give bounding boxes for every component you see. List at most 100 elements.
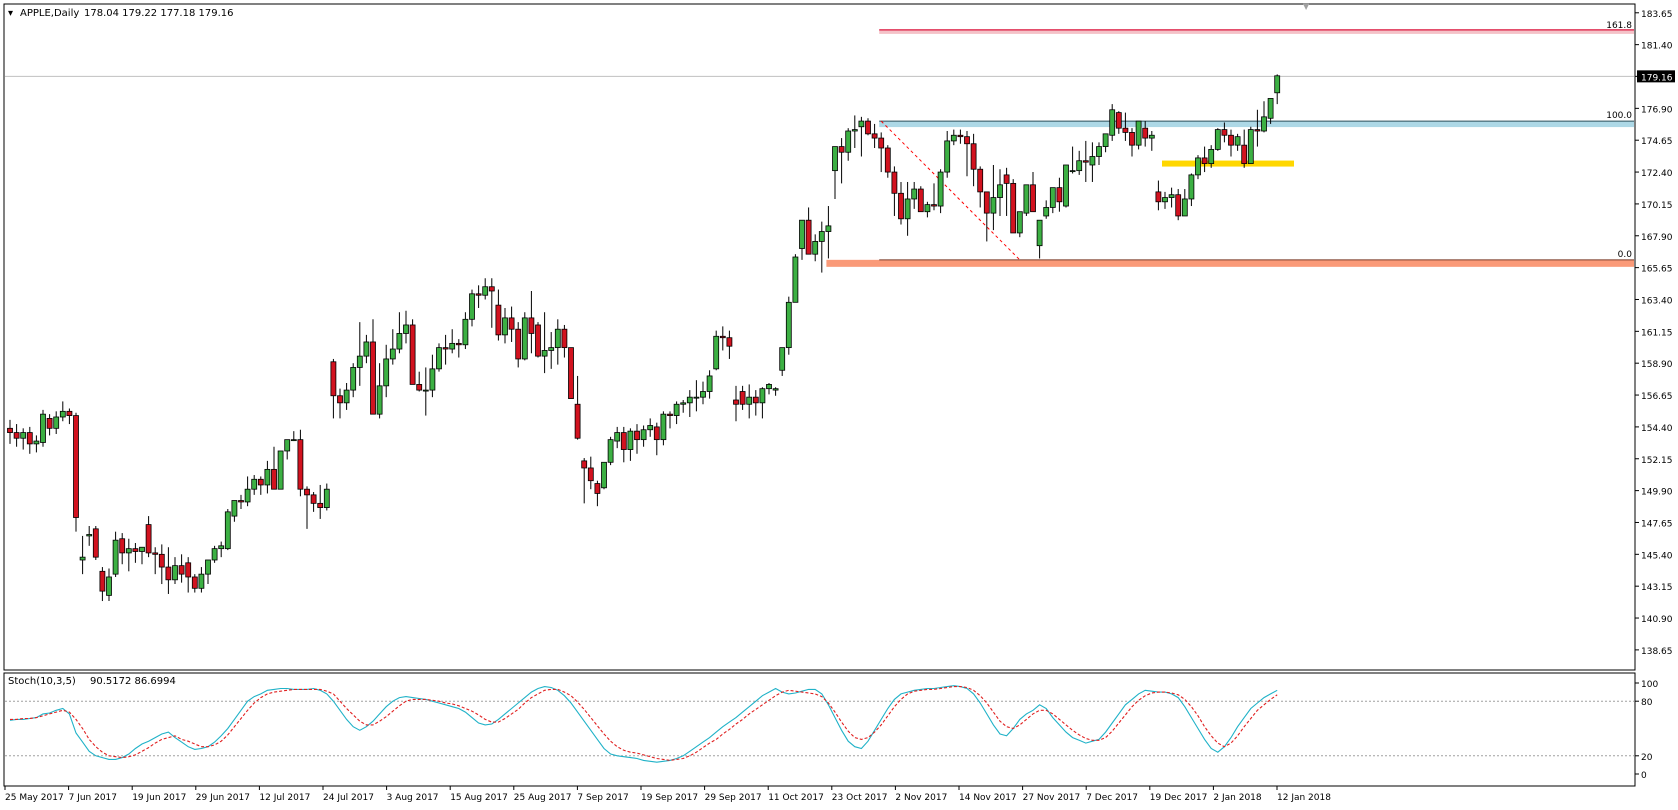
candle-body [488,286,495,292]
candle-body [838,146,845,153]
time-tick-label: 12 Jan 2018 [1277,793,1331,803]
price-tick-label: 158.90 [1641,360,1673,370]
candle-body [1247,129,1254,164]
candle-body [422,389,429,392]
candle-body [343,389,350,404]
time-tick-label: 25 May 2017 [5,793,64,803]
price-tick-label: 165.65 [1641,265,1673,275]
candle-body [1122,127,1129,133]
candle-body [139,546,145,552]
symbol-title: APPLE,Daily [20,8,79,19]
candle-body [1003,174,1010,184]
candle-body [218,545,225,550]
candle-body [719,335,726,339]
candle-body [1089,156,1096,166]
candle-body [508,317,515,330]
candle-body [350,367,357,391]
candle-body [436,347,442,370]
indicator-values: 90.5172 86.6994 [90,676,176,687]
candle-body [482,286,489,296]
price-tick-label: 174.65 [1641,137,1673,147]
candle-body [462,318,469,346]
candle-body [653,426,660,441]
window-menu-arrow[interactable]: ▾ [8,8,13,19]
candle-body [706,375,713,392]
candle-body [581,460,588,469]
fib-100-zone[interactable] [879,121,1634,128]
candle-body [521,317,528,360]
chart-shift-marker[interactable]: ▼ [1303,2,1310,11]
candle-body [541,350,548,357]
time-tick-label: 7 Jun 2017 [69,793,117,803]
candle-body [290,439,297,442]
ohlc-readout: 178.04 179.22 177.18 179.16 [84,8,234,19]
price-tick-label: 163.40 [1641,296,1673,306]
candle-body [1148,134,1155,139]
candle-body [535,324,541,357]
candle-body [845,130,852,153]
candle-body [1195,157,1201,176]
price-tick-label: 154.40 [1641,424,1673,434]
candle-body [1010,182,1017,234]
candle-body [1016,211,1023,234]
candle-body [251,478,258,490]
candle-body [284,439,291,452]
candle-body [1234,136,1241,146]
candle-body [1030,184,1036,213]
candle-body [317,502,324,509]
chart-window[interactable]: 161.8 100.0 0.0 183.65 181.40 179.16 176.90 17… [0,0,1678,806]
candle-body [205,559,211,575]
candle-body [554,328,561,349]
candle-body [1096,146,1102,157]
candle-body [119,538,126,554]
candle-body [1069,170,1076,173]
candle-body [515,328,522,360]
candle-body [297,439,304,490]
candle-body [884,147,891,173]
candle-body [244,488,251,503]
time-tick-label: 3 Aug 2017 [387,793,439,803]
candle-body [746,396,753,405]
candle-body [917,188,924,213]
candle-body [53,416,60,429]
pending-order-zone[interactable] [1162,160,1294,167]
price-tick-label: 161.15 [1641,328,1673,338]
time-tick-label: 29 Sep 2017 [705,793,762,803]
candle-body [990,197,997,214]
candle-body [818,231,825,242]
candle-body [92,528,99,558]
candle-body [1063,164,1069,207]
candle-body [799,219,805,249]
candle-body [937,171,944,207]
time-tick-label: 15 Aug 2017 [450,793,508,803]
candle-body [1175,194,1182,217]
candle-body [46,418,53,429]
chart-canvas[interactable]: 161.8 100.0 0.0 183.65 181.40 179.16 176.90 17… [0,0,1678,806]
price-tick-label: 172.40 [1641,169,1673,179]
candle-body [614,432,621,442]
candle-body [739,391,746,405]
candle-body [1102,133,1109,147]
fib-0-zone[interactable] [826,259,1634,267]
current-price-label: 179.16 [1641,73,1673,83]
candle-body [957,134,964,138]
candle-body [356,355,363,368]
candle-body [304,488,310,496]
price-tick-label: 145.40 [1641,551,1673,561]
candle-body [587,467,594,482]
candle-body [323,488,330,509]
time-tick-label: 2 Jan 2018 [1213,793,1261,803]
candle-body [310,494,317,504]
candle-body [495,304,502,336]
candle-body [574,403,581,439]
candle-body [898,192,904,220]
candle-body [627,430,634,450]
candle-body [442,347,449,350]
time-tick-label: 25 Aug 2017 [514,793,572,803]
candle-body [871,133,878,139]
candle-body [1168,194,1175,198]
candle-body [1201,157,1208,164]
candle-body [983,191,990,214]
price-tick-label: 152.15 [1641,456,1673,466]
candle-body [66,410,73,416]
